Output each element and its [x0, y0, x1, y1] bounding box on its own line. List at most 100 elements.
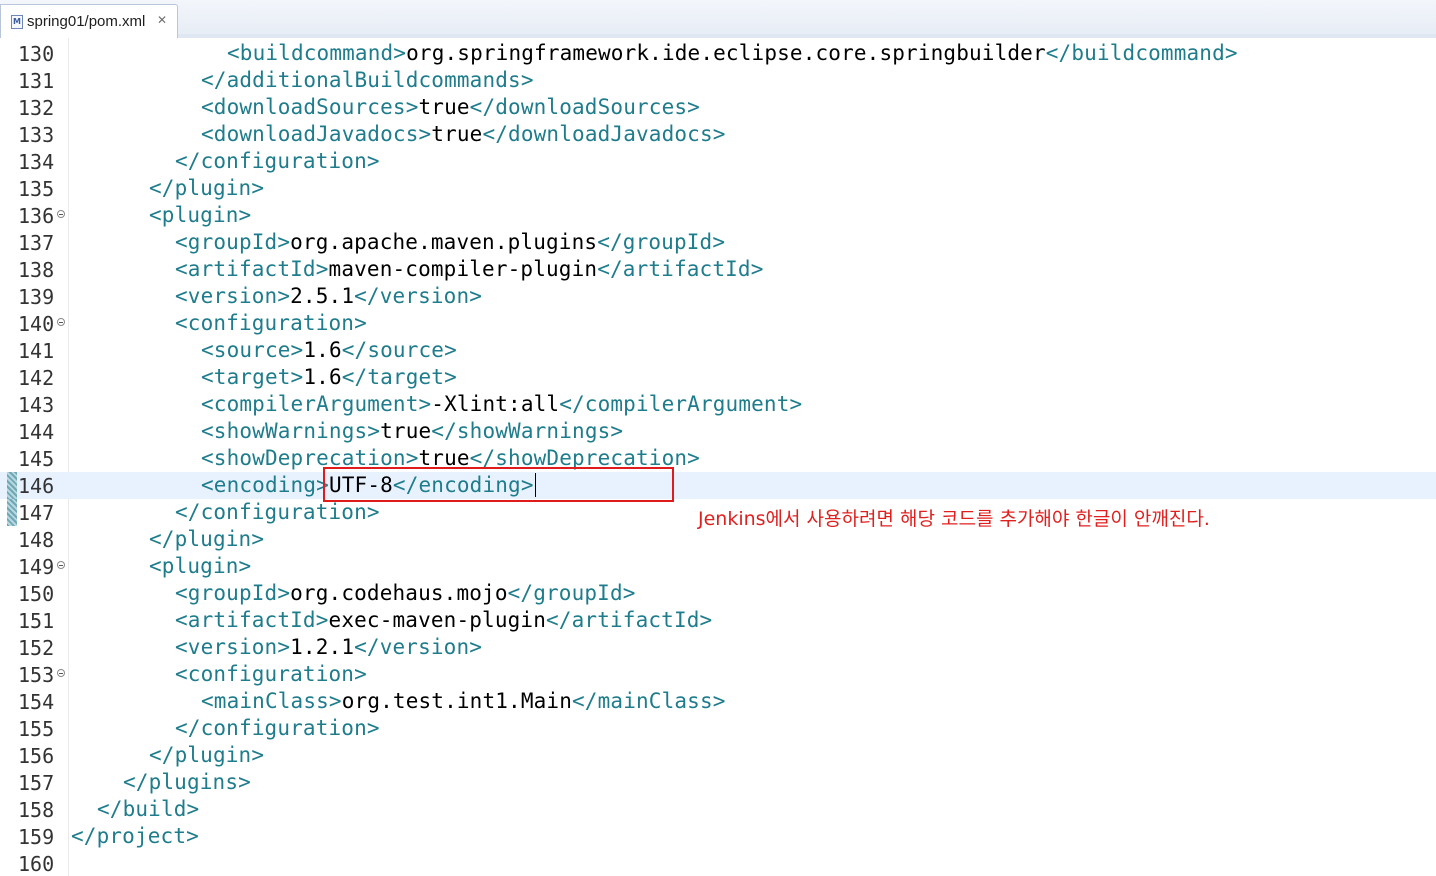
code-line[interactable]: 156 </plugin> [0, 742, 1436, 769]
xml-tag: </source> [341, 338, 457, 362]
xml-tag: <buildcommand> [227, 41, 407, 65]
xml-tag: </version> [354, 284, 483, 308]
code-text: <version>1.2.1</version> [175, 635, 482, 659]
code-line[interactable]: 154 <mainClass>org.test.int1.Main</mainCl… [0, 688, 1436, 715]
xml-value: org.codehaus.mojo [290, 581, 508, 605]
code-line[interactable]: 153 <configuration> [0, 661, 1436, 688]
code-line[interactable]: 137 <groupId>org.apache.maven.plugins</gr… [0, 229, 1436, 256]
xml-tag: <downloadJavadocs> [201, 122, 432, 146]
xml-tag: <configuration> [175, 662, 367, 686]
code-line[interactable]: 142 <target>1.6</target> [0, 364, 1436, 391]
code-text: <artifactId>exec-maven-plugin</artifactI… [175, 608, 712, 632]
code-text: <groupId>org.codehaus.mojo</groupId> [175, 581, 636, 605]
highlight-box [323, 467, 674, 502]
xml-value: 1.6 [303, 338, 342, 362]
code-line[interactable]: 138 <artifactId>maven-compiler-plugin</ar… [0, 256, 1436, 283]
line-number: 146 [18, 474, 55, 498]
xml-tag: </plugins> [123, 770, 251, 794]
xml-value: 2.5.1 [290, 284, 355, 308]
xml-value: true [431, 122, 483, 146]
code-line[interactable]: 132 <downloadSources>true</downloadSource… [0, 94, 1436, 121]
xml-tag: <showWarnings> [201, 419, 381, 443]
line-number: 150 [18, 582, 55, 606]
code-line[interactable]: 145 <showDeprecation>true</showDeprecatio… [0, 445, 1436, 472]
annotation-note: Jenkins에서 사용하려면 해당 코드를 추가해야 한글이 안깨진다. [698, 508, 1210, 530]
code-line[interactable]: 157 </plugins> [0, 769, 1436, 796]
change-marker [7, 499, 17, 526]
xml-tag: <compilerArgument> [201, 392, 432, 416]
code-line[interactable]: 143 <compilerArgument>-Xlint:all</compile… [0, 391, 1436, 418]
fold-collapse-icon[interactable] [57, 669, 65, 677]
line-number: 156 [18, 744, 55, 768]
code-line[interactable]: 133 <downloadJavadocs>true</downloadJavad… [0, 121, 1436, 148]
code-text: <configuration> [175, 662, 367, 686]
line-number: 147 [18, 501, 55, 525]
xml-tag: </mainClass> [572, 689, 726, 713]
xml-tag: </additionalBuildcommands> [201, 68, 534, 92]
code-line[interactable]: 144 <showWarnings>true</showWarnings> [0, 418, 1436, 445]
code-line[interactable]: 152 <version>1.2.1</version> [0, 634, 1436, 661]
xml-value: true [380, 419, 432, 443]
code-text: <version>2.5.1</version> [175, 284, 482, 308]
line-number: 152 [18, 636, 55, 660]
code-line[interactable]: 141 <source>1.6</source> [0, 337, 1436, 364]
xml-tag: </groupId> [507, 581, 636, 605]
line-number: 136 [18, 204, 55, 228]
code-line[interactable]: 136 <plugin> [0, 202, 1436, 229]
editor-tab-pom-xml[interactable]: M spring01/pom.xml ✕ [0, 4, 178, 38]
line-number: 154 [18, 690, 55, 714]
close-icon[interactable]: ✕ [157, 13, 167, 27]
code-line[interactable]: 135 </plugin> [0, 175, 1436, 202]
code-line[interactable]: 134 </configuration> [0, 148, 1436, 175]
code-line[interactable]: 131 </additionalBuildcommands> [0, 67, 1436, 94]
code-text: </configuration> [175, 716, 380, 740]
code-line[interactable]: 140 <configuration> [0, 310, 1436, 337]
code-text: </configuration> [175, 149, 380, 173]
code-text: <plugin> [149, 554, 251, 578]
code-text: <showWarnings>true</showWarnings> [201, 419, 623, 443]
line-number: 157 [18, 771, 55, 795]
code-line[interactable]: 139 <version>2.5.1</version> [0, 283, 1436, 310]
xml-tag: <plugin> [149, 203, 252, 227]
line-number: 155 [18, 717, 55, 741]
line-number: 160 [18, 852, 55, 876]
code-text: <artifactId>maven-compiler-plugin</artif… [175, 257, 764, 281]
code-line[interactable]: 158 </build> [0, 796, 1436, 823]
line-number: 151 [18, 609, 55, 633]
fold-collapse-icon[interactable] [57, 561, 65, 569]
code-text: <configuration> [175, 311, 367, 335]
line-number: 135 [18, 177, 55, 201]
xml-tag: </compilerArgument> [559, 392, 803, 416]
xml-tag: </configuration> [175, 716, 380, 740]
code-line[interactable]: 155 </configuration> [0, 715, 1436, 742]
xml-value: org.apache.maven.plugins [290, 230, 598, 254]
code-text: <plugin> [149, 203, 251, 227]
xml-tag: </artifactId> [546, 608, 713, 632]
code-line[interactable]: 159 </project> [0, 823, 1436, 850]
code-line[interactable]: 151 <artifactId>exec-maven-plugin</artifa… [0, 607, 1436, 634]
code-text: <source>1.6</source> [201, 338, 457, 362]
line-number: 145 [18, 447, 55, 471]
xml-value: -Xlint:all [431, 392, 560, 416]
xml-tag: <artifactId> [175, 257, 329, 281]
xml-value: true [418, 95, 470, 119]
code-line[interactable]: 160 [0, 850, 1436, 876]
fold-collapse-icon[interactable] [57, 318, 65, 326]
code-text: </plugin> [149, 743, 264, 767]
code-editor[interactable]: 130 <buildcommand>org.springframework.ide… [0, 38, 1436, 876]
code-line[interactable]: 130 <buildcommand>org.springframework.ide… [0, 40, 1436, 67]
code-line[interactable]: 150 <groupId>org.codehaus.mojo</groupId> [0, 580, 1436, 607]
code-line[interactable]: 149 <plugin> [0, 553, 1436, 580]
code-line[interactable]: 146 <encoding>UTF-8</encoding> [0, 472, 1436, 499]
fold-collapse-icon[interactable] [57, 210, 65, 218]
line-number: 141 [18, 339, 55, 363]
line-number: 133 [18, 123, 55, 147]
xml-tag: <version> [175, 635, 291, 659]
code-text: <downloadJavadocs>true</downloadJavadocs… [201, 122, 726, 146]
code-text: </additionalBuildcommands> [201, 68, 534, 92]
code-text: </project> [71, 824, 199, 848]
xml-tag: <artifactId> [175, 608, 329, 632]
xml-tag: <source> [201, 338, 304, 362]
text-caret [535, 473, 536, 497]
tab-label: spring01/pom.xml [27, 13, 146, 30]
